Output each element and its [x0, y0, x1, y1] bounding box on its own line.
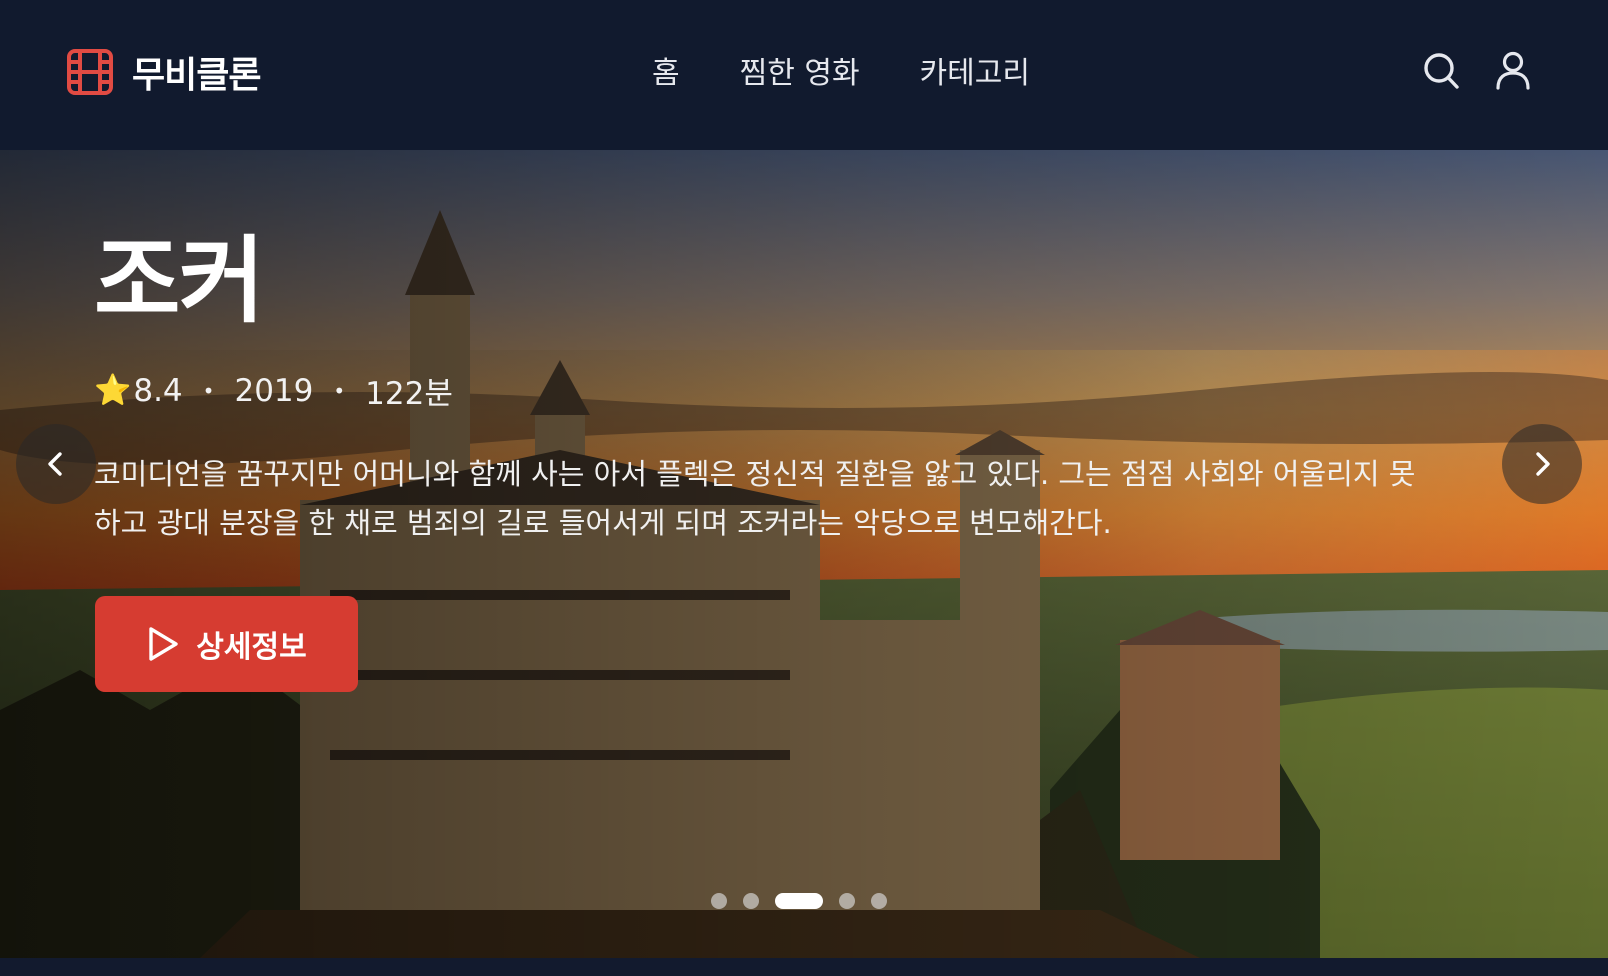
slide-dot-2[interactable] [743, 893, 759, 909]
top-header: 무비클론 홈 찜한 영화 카테고리 [0, 0, 1608, 150]
nav-item-category[interactable]: 카테고리 [920, 48, 1030, 92]
detail-info-button[interactable]: 상세정보 [95, 596, 358, 692]
slide-dot-4[interactable] [839, 893, 855, 909]
meta-separator: • [202, 378, 215, 403]
user-icon[interactable] [1494, 50, 1532, 90]
search-icon[interactable] [1422, 50, 1460, 90]
slide-indicators [711, 893, 887, 909]
slide-dot-5[interactable] [871, 893, 887, 909]
movie-year: 2019 [234, 372, 314, 409]
movie-rating: 8.4 [133, 372, 183, 409]
nav-item-wishlist[interactable]: 찜한 영화 [740, 48, 860, 92]
brand-name: 무비클론 [132, 55, 261, 96]
movie-meta: ⭐ 8.4 • 2019 • 122분 [94, 368, 453, 413]
brand-logo[interactable]: 무비클론 [66, 46, 261, 98]
film-icon [67, 49, 113, 95]
movie-runtime: 122분 [365, 376, 453, 412]
chevron-right-icon [1536, 452, 1550, 476]
movie-description: 코미디언을 꿈꾸지만 어머니와 함께 사는 아서 플렉은 정신적 질환을 앓고 … [94, 457, 1416, 540]
detail-info-label: 상세정보 [196, 630, 307, 665]
meta-separator: • [333, 378, 346, 403]
hero-banner: 조커 ⭐ 8.4 • 2019 • 122분 코미디언을 꿈꾸지만 어머니와 함… [0, 150, 1608, 958]
header-actions [1422, 50, 1532, 90]
main-nav: 홈 찜한 영화 카테고리 [652, 48, 1030, 92]
chevron-left-icon [48, 452, 62, 476]
play-icon [149, 627, 178, 661]
star-icon: ⭐ [94, 373, 132, 408]
nav-item-home[interactable]: 홈 [652, 48, 680, 92]
movie-title: 조커 [94, 227, 265, 336]
slide-dot-3[interactable] [775, 893, 823, 909]
slide-dot-1[interactable] [711, 893, 727, 909]
prev-slide-button[interactable] [16, 424, 96, 504]
next-slide-button[interactable] [1502, 424, 1582, 504]
page-footer-band [0, 958, 1608, 976]
